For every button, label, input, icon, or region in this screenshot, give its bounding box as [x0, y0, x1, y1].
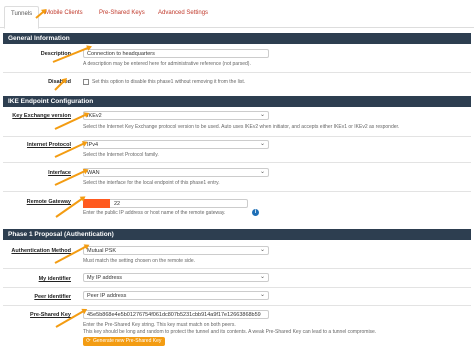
pre-shared-key-help: Enter the Pre-Shared Key string. This ke…: [83, 322, 236, 328]
divider: [3, 305, 471, 306]
divider: [3, 162, 471, 163]
disabled-help: Set this option to disable this phase1 w…: [92, 79, 246, 85]
general-information-heading: General Information: [3, 33, 471, 44]
internet-protocol-label: Internet Protocol: [26, 142, 71, 148]
my-identifier-label: My identifier: [38, 276, 71, 282]
redaction-mark: [83, 199, 110, 208]
remote-gateway-help: Enter the public IP address or host name…: [83, 210, 226, 216]
tab-advanced-settings[interactable]: Advanced Settings: [152, 6, 214, 26]
remote-gateway-label: Remote Gateway: [26, 199, 71, 205]
phase1-proposal-heading: Phase 1 Proposal (Authentication): [3, 229, 471, 240]
description-input[interactable]: Connection to headquarters: [83, 49, 269, 58]
tab-tunnels[interactable]: Tunnels: [4, 6, 40, 29]
key-exchange-select[interactable]: IKEv2: [83, 111, 269, 120]
internet-protocol-help: Select the Internet Protocol family.: [83, 152, 159, 158]
interface-select[interactable]: WAN: [83, 168, 269, 177]
divider: [3, 136, 471, 137]
peer-identifier-label: Peer identifier: [34, 294, 71, 300]
key-exchange-label: Key Exchange version: [12, 113, 71, 119]
interface-help: Select the interface for the local endpo…: [83, 180, 220, 186]
description-help: A description may be entered here for ad…: [83, 61, 251, 67]
my-identifier-select[interactable]: My IP address: [83, 273, 269, 282]
authentication-method-label: Authentication Method: [11, 248, 71, 254]
refresh-icon: ⟳: [86, 338, 91, 344]
ike-endpoint-heading: IKE Endpoint Configuration: [3, 96, 471, 107]
generate-psk-button[interactable]: ⟳ Generate new Pre-Shared Key: [83, 337, 166, 346]
tab-pre-shared-keys[interactable]: Pre-Shared Keys: [93, 6, 151, 26]
key-exchange-help: Select the Internet Key Exchange protoco…: [83, 124, 400, 130]
pre-shared-key-label: Pre-Shared Key: [30, 312, 71, 318]
authentication-method-select[interactable]: Mutual PSK: [83, 246, 269, 255]
disabled-checkbox[interactable]: [83, 79, 89, 85]
generate-psk-label: Generate new Pre-Shared Key: [93, 338, 162, 344]
internet-protocol-select[interactable]: IPv4: [83, 140, 269, 149]
peer-identifier-select[interactable]: Peer IP address: [83, 291, 269, 300]
divider: [3, 191, 471, 192]
pre-shared-key-input[interactable]: 45e5b868e4e5b01276754f061dc807b5231cbb91…: [83, 310, 269, 319]
authentication-method-help: Must match the setting chosen on the rem…: [83, 258, 196, 264]
interface-label: Interface: [48, 170, 71, 176]
pre-shared-key-warning: This key should be long and random to pr…: [83, 329, 377, 335]
divider: [3, 72, 471, 73]
divider: [3, 287, 471, 288]
tab-bar: Tunnels Mobile Clients Pre-Shared Keys A…: [0, 0, 474, 29]
info-icon[interactable]: i: [252, 209, 259, 216]
divider: [3, 268, 471, 269]
